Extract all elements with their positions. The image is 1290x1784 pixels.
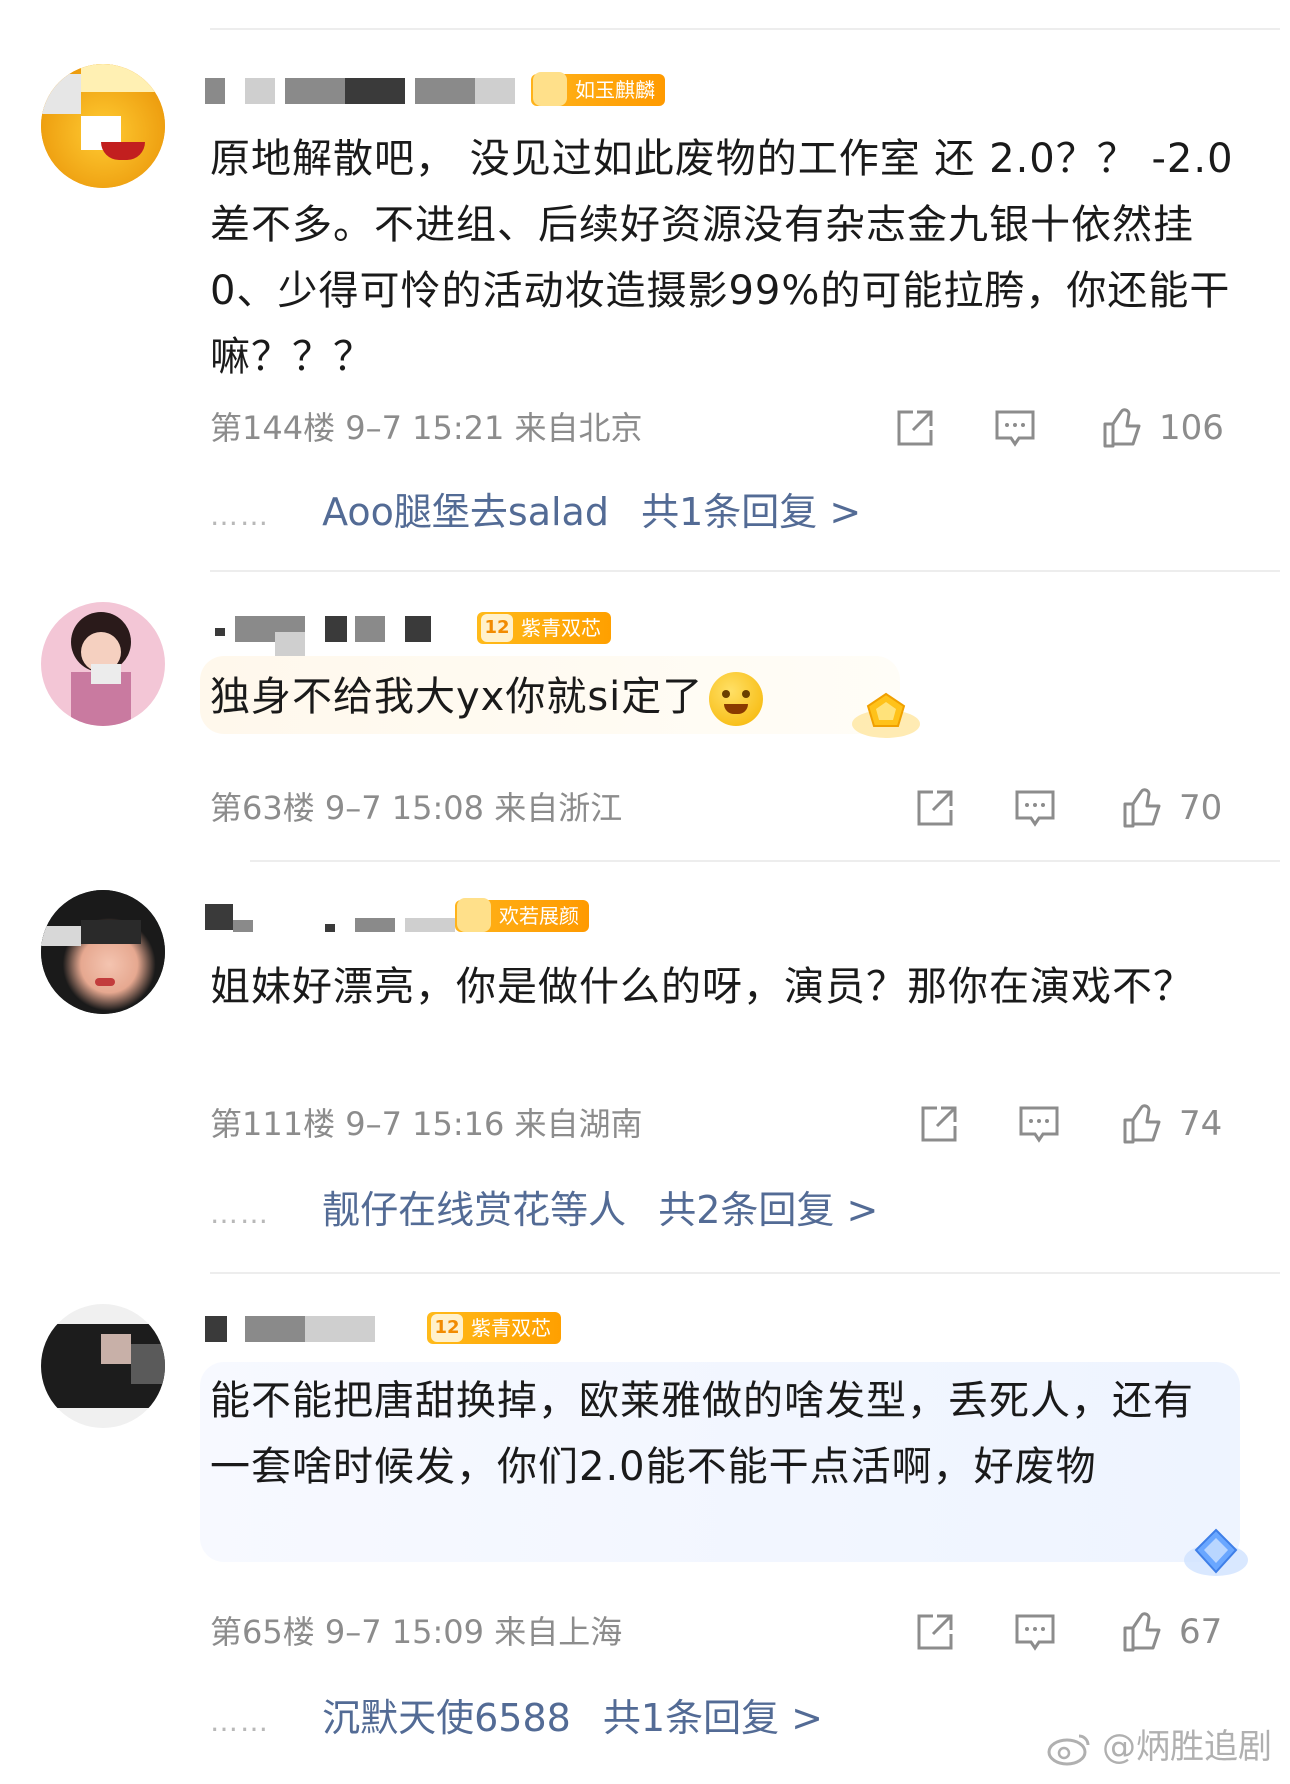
like-count: 70 <box>1179 788 1223 828</box>
like-count: 106 <box>1159 408 1224 448</box>
reply-dots: …… <box>210 499 270 532</box>
comment-meta: 第63楼 9–7 15:08 来自浙江 <box>210 788 622 828</box>
weibo-logo-icon <box>1047 1734 1090 1765</box>
floor-number: 第111楼 <box>210 1105 336 1143</box>
fan-badge[interactable]: 如玉麒麟 <box>531 72 665 106</box>
comment-actions: 70 <box>913 782 1233 834</box>
timestamp: 9–7 15:16 <box>345 1105 505 1143</box>
like-count: 67 <box>1179 1612 1223 1652</box>
reply-user[interactable]: 沉默天使6588 <box>322 1696 571 1740</box>
comment-icon[interactable] <box>993 406 1037 450</box>
avatar[interactable] <box>41 602 165 726</box>
comment-text: 原地解散吧， 没见过如此废物的工作室 还 2.0？？ -2.0差不多。不进组、后… <box>210 136 1234 380</box>
share-icon[interactable] <box>913 786 957 830</box>
location: 来自上海 <box>494 1613 623 1651</box>
badge-icon <box>533 72 567 106</box>
floor-number: 第144楼 <box>210 409 336 447</box>
like-icon[interactable] <box>1121 1610 1165 1654</box>
badge-label: 如玉麒麟 <box>575 78 655 102</box>
gold-gem-icon <box>852 692 920 738</box>
share-icon[interactable] <box>917 1102 961 1146</box>
badge-label: 紫青双芯 <box>521 616 601 640</box>
comment-divider <box>210 1272 1280 1274</box>
username-blurred[interactable]: 如玉麒麟 <box>205 72 685 114</box>
comment-divider <box>250 860 1280 862</box>
comment-text: 独身不给我大yx你就si定了 <box>210 664 1240 730</box>
reply-user[interactable]: Aoo腿堡去salad <box>322 490 609 534</box>
comment-text: 姐妹好漂亮，你是做什么的呀，演员？那你在演戏不？ <box>210 964 1194 1010</box>
fan-badge[interactable]: 12 紫青双芯 <box>427 1312 561 1344</box>
username-blurred[interactable]: 12 紫青双芯 <box>205 612 645 658</box>
comment-text: 能不能把唐甜换掉，欧莱雅做的啥发型，丢死人，还有一套啥时候发，你们2.0能不能干… <box>210 1378 1194 1490</box>
comment-text-content: 独身不给我大yx你就si定了 <box>210 674 704 720</box>
floor-number: 第65楼 <box>210 1613 315 1651</box>
blushing-emoji-icon <box>709 672 764 726</box>
floor-number: 第63楼 <box>210 789 315 827</box>
share-icon[interactable] <box>893 406 937 450</box>
username-blurred[interactable]: 欢若展颜 <box>205 898 605 940</box>
comment-actions: 67 <box>913 1606 1233 1658</box>
timestamp: 9–7 15:21 <box>345 409 505 447</box>
blue-gem-icon <box>1184 1528 1248 1576</box>
badge-label: 紫青双芯 <box>471 1316 551 1340</box>
comment-actions: 106 <box>893 402 1233 454</box>
username-blurred[interactable]: 12 紫青双芯 <box>205 1312 605 1352</box>
avatar[interactable] <box>41 64 165 188</box>
reply-link[interactable]: …… 靓仔在线赏花等人 共2条回复 > <box>210 1184 878 1240</box>
location: 来自湖南 <box>514 1105 643 1143</box>
badge-level: 12 <box>431 1314 463 1342</box>
fan-badge[interactable]: 欢若展颜 <box>455 898 589 932</box>
comment-actions: 74 <box>917 1098 1233 1150</box>
reply-link[interactable]: …… Aoo腿堡去salad 共1条回复 > <box>210 486 861 542</box>
comment-icon[interactable] <box>1013 786 1057 830</box>
comment-icon[interactable] <box>1017 1102 1061 1146</box>
reply-dots: …… <box>210 1197 270 1230</box>
location: 来自北京 <box>514 409 643 447</box>
like-icon[interactable] <box>1121 786 1165 830</box>
watermark: @炳胜追剧 <box>1047 1719 1272 1768</box>
timestamp: 9–7 15:09 <box>324 1613 485 1651</box>
comment-meta: 第144楼 9–7 15:21 来自北京 <box>210 408 643 448</box>
reply-dots: …… <box>210 1705 270 1738</box>
like-icon[interactable] <box>1101 406 1145 450</box>
reply-link[interactable]: …… 沉默天使6588 共1条回复 > <box>210 1692 823 1748</box>
avatar[interactable] <box>41 1304 165 1428</box>
comment-icon[interactable] <box>1013 1610 1057 1654</box>
comment-divider <box>210 570 1280 572</box>
reply-count[interactable]: 共1条回复 > <box>603 1696 823 1740</box>
badge-label: 欢若展颜 <box>499 904 579 928</box>
like-icon[interactable] <box>1121 1102 1165 1146</box>
timestamp: 9–7 15:08 <box>324 789 485 827</box>
top-divider <box>210 28 1280 30</box>
badge-level: 12 <box>481 614 513 642</box>
reply-count[interactable]: 共2条回复 > <box>658 1188 878 1232</box>
reply-user[interactable]: 靓仔在线赏花等人 <box>322 1188 626 1232</box>
comment-meta: 第65楼 9–7 15:09 来自上海 <box>210 1612 622 1652</box>
avatar[interactable] <box>41 890 165 1014</box>
share-icon[interactable] <box>913 1610 957 1654</box>
reply-count[interactable]: 共1条回复 > <box>641 490 861 534</box>
like-count: 74 <box>1179 1104 1223 1144</box>
comment-meta: 第111楼 9–7 15:16 来自湖南 <box>210 1104 643 1144</box>
badge-icon <box>457 898 491 932</box>
location: 来自浙江 <box>494 789 623 827</box>
watermark-text: @炳胜追剧 <box>1102 1727 1272 1767</box>
fan-badge[interactable]: 12 紫青双芯 <box>477 612 611 644</box>
